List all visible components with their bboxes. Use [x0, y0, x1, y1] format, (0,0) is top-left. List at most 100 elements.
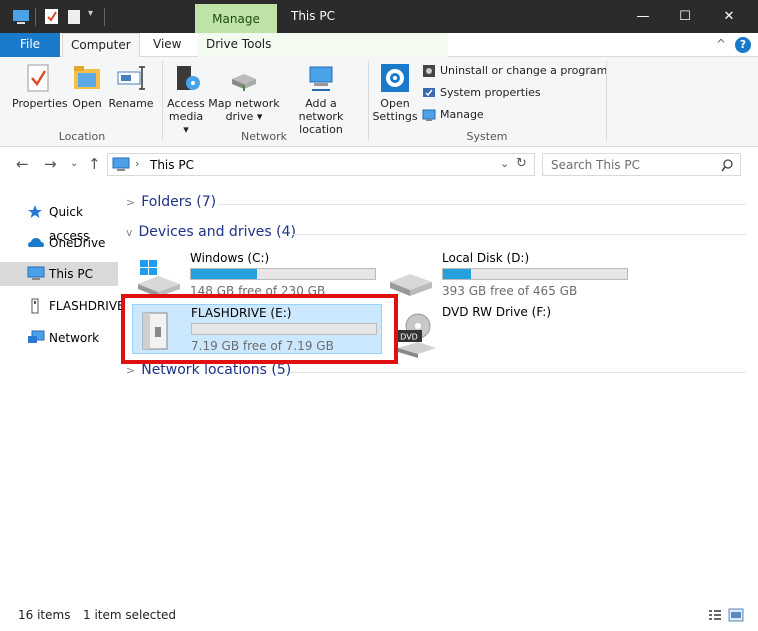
sidebar-item-network[interactable]: Network: [0, 326, 118, 350]
sidebar-item-this-pc[interactable]: This PC: [0, 262, 118, 286]
large-icons-view-icon[interactable]: [728, 608, 744, 622]
sidebar-item-quick-access[interactable]: Quick access: [0, 200, 118, 243]
network-drive-icon: [232, 74, 256, 91]
group-separator: [162, 61, 163, 141]
onedrive-cloud-icon: [28, 238, 44, 247]
drive-usage-fill: [191, 269, 258, 279]
rename-label: Rename: [108, 97, 154, 110]
rename-button[interactable]: Rename: [108, 63, 154, 110]
address-dropdown-icon[interactable]: ⌄: [500, 157, 509, 170]
search-placeholder: Search This PC: [551, 158, 640, 172]
add-network-location-button[interactable]: Add a network location: [282, 63, 360, 136]
properties-check-icon[interactable]: [44, 8, 60, 26]
computer-icon: [112, 157, 130, 171]
location-group-label: Location: [58, 130, 106, 143]
divider: [218, 204, 746, 205]
system-properties-button[interactable]: System properties: [422, 84, 541, 102]
search-icon: [721, 159, 733, 172]
chevron-right-icon: >: [126, 364, 136, 377]
divider: [290, 372, 746, 373]
window-title: This PC: [291, 9, 335, 23]
drive-name: Local Disk (D:): [442, 251, 530, 265]
sidebar-item-label: FLASHDRIVE: [49, 299, 125, 313]
help-icon[interactable]: ?: [735, 37, 751, 53]
back-arrow-icon[interactable]: ←: [16, 155, 29, 173]
folders-header-label: Folders (7): [141, 194, 217, 210]
network-header-label: Network locations (5): [141, 362, 292, 378]
uninstall-program-button[interactable]: Uninstall or change a program: [422, 62, 607, 80]
forward-arrow-icon[interactable]: →: [44, 155, 57, 173]
manage-label: Manage: [440, 108, 484, 121]
uninstall-label: Uninstall or change a program: [440, 64, 608, 77]
chevron-down-icon: v: [126, 226, 133, 239]
tab-file[interactable]: File: [0, 33, 60, 57]
drive-tile-f[interactable]: DVD DVD RW Drive (F:): [390, 304, 640, 358]
drive-tile-d[interactable]: Local Disk (D:) 393 GB free of 465 GB: [384, 250, 634, 304]
manage-context-tab[interactable]: Manage: [195, 4, 277, 33]
tab-computer[interactable]: Computer: [62, 33, 140, 58]
recent-locations-chevron-icon[interactable]: ⌄: [70, 158, 78, 169]
sidebar-item-label: This PC: [49, 267, 93, 281]
sidebar-item-label: OneDrive: [49, 236, 106, 250]
close-button[interactable]: ✕: [706, 0, 752, 33]
properties-label: Properties: [12, 97, 68, 110]
network-locations-group-header[interactable]: > Network locations (5): [126, 362, 291, 378]
add-location-label: Add a network: [298, 97, 344, 123]
system-group-label: System: [466, 130, 508, 143]
access-media-label: Access: [167, 97, 205, 110]
navigation-pane: Quick access OneDrive This PC FLASHDRIVE…: [0, 182, 125, 602]
divider: [292, 234, 746, 235]
up-arrow-icon[interactable]: ↑: [88, 155, 101, 173]
map-network-drive-button[interactable]: Map network drive ▾: [208, 63, 280, 123]
title-bar: ▾ Manage This PC — ☐ ✕: [0, 0, 758, 33]
computer-icon[interactable]: [12, 8, 30, 26]
system-properties-icon: [423, 88, 435, 97]
chevron-right-icon: >: [126, 196, 136, 209]
windows-drive-icon: [138, 260, 180, 297]
settings-gear-icon: [381, 64, 409, 92]
breadcrumb-chevron-icon[interactable]: ›: [135, 157, 139, 170]
system-properties-label: System properties: [440, 86, 541, 99]
drive-free-space: 393 GB free of 465 GB: [442, 284, 578, 298]
open-settings-label: Open: [380, 97, 410, 110]
sidebar-item-flashdrive[interactable]: FLASHDRIVE: [0, 294, 125, 318]
separator: [35, 8, 36, 26]
access-media-button[interactable]: Access media ▾: [166, 63, 206, 136]
network-group-label: Network: [241, 130, 287, 143]
map-drive-label: Map network: [208, 97, 280, 110]
open-button[interactable]: Open: [70, 63, 104, 110]
map-drive-label-2: drive ▾: [225, 110, 263, 123]
sidebar-item-onedrive[interactable]: OneDrive: [0, 231, 118, 255]
minimize-button[interactable]: —: [620, 0, 666, 33]
group-separator: [606, 61, 607, 141]
open-settings-button[interactable]: Open Settings: [372, 63, 418, 123]
computer-icon: [27, 266, 45, 280]
address-bar[interactable]: › This PC ⌄ ↻: [107, 153, 535, 176]
drive-name: DVD RW Drive (F:): [442, 305, 552, 319]
maximize-button[interactable]: ☐: [662, 0, 708, 33]
new-folder-icon[interactable]: [66, 8, 82, 26]
collapse-ribbon-icon[interactable]: ^: [716, 37, 726, 51]
folders-group-header[interactable]: > Folders (7): [126, 194, 216, 210]
open-label: Open: [72, 97, 102, 110]
manage-icon: [422, 109, 436, 121]
details-view-icon[interactable]: [708, 609, 722, 621]
item-count: 16 items: [18, 608, 71, 622]
properties-button[interactable]: Properties: [12, 63, 68, 110]
access-media-label-2: media ▾: [168, 110, 204, 136]
properties-icon: [27, 64, 49, 92]
customize-toolbar-icon[interactable]: ▾: [88, 8, 93, 26]
network-icon: [28, 330, 45, 343]
refresh-icon[interactable]: ↻: [516, 156, 527, 171]
devices-group-header[interactable]: v Devices and drives (4): [126, 224, 296, 240]
drive-name: Windows (C:): [190, 251, 270, 265]
breadcrumb[interactable]: This PC: [150, 158, 194, 172]
dvd-label: DVD: [400, 333, 418, 342]
manage-button[interactable]: Manage: [422, 106, 484, 124]
status-bar: 16 items 1 item selected: [0, 602, 758, 631]
network-location-icon: [309, 66, 333, 91]
media-icon: [177, 66, 200, 90]
tab-view[interactable]: View: [145, 33, 189, 57]
search-input[interactable]: Search This PC: [542, 153, 741, 176]
open-folder-icon: [74, 66, 100, 89]
